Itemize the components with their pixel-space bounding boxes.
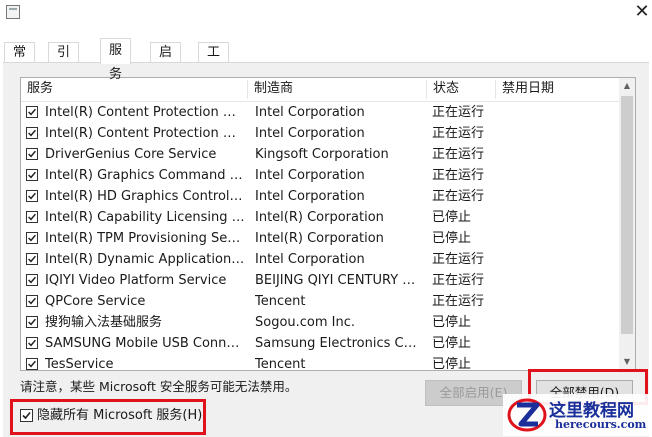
table-row[interactable]: Intel(R) Graphics Command Cent... Intel C… [21, 165, 619, 186]
service-manufacturer: Sogou.com Inc. [255, 315, 356, 330]
column-header-disabled-date[interactable]: 禁用日期 [496, 78, 596, 101]
service-name: DriverGenius Core Service [45, 147, 217, 162]
service-status: 正在运行 [432, 126, 485, 141]
service-name: IQIYI Video Platform Service [45, 273, 227, 288]
services-list[interactable]: 服务 制造商 状态 禁用日期 Intel(R) Content Protecti… [20, 77, 636, 371]
checkbox-checked-icon[interactable] [26, 274, 38, 286]
service-manufacturer: Tencent [255, 294, 306, 309]
checkbox-checked-icon[interactable] [26, 106, 38, 118]
checkbox-checked-icon[interactable] [26, 316, 38, 328]
service-status: 正在运行 [432, 168, 485, 183]
service-status: 已停止 [432, 210, 472, 225]
table-row[interactable]: DriverGenius Core Service Kingsoft Corpor… [21, 144, 619, 165]
table-row[interactable]: Intel(R) Content Protection HECI ... Inte… [21, 102, 619, 123]
checkbox-checked-icon[interactable] [26, 295, 38, 307]
column-header-service[interactable]: 服务 [21, 78, 247, 101]
service-status: 已停止 [432, 231, 472, 246]
service-status: 正在运行 [432, 294, 485, 309]
checkbox-checked-icon[interactable] [26, 253, 38, 265]
checkbox-checked-icon[interactable] [26, 127, 38, 139]
tab-tools[interactable]: 工具 [198, 42, 230, 80]
service-manufacturer: Intel Corporation [255, 168, 365, 183]
service-status: 正在运行 [432, 252, 485, 267]
checkbox-checked-icon[interactable] [26, 148, 38, 160]
scroll-up-icon[interactable]: ▲ [619, 78, 635, 94]
service-manufacturer: Intel Corporation [255, 252, 365, 267]
service-manufacturer: Samsung Electronics Co., L... [255, 336, 421, 351]
tab-services[interactable]: 服务 [100, 38, 132, 82]
service-name: Intel(R) TPM Provisioning Service [45, 231, 245, 246]
checkbox-checked-icon[interactable] [26, 211, 38, 223]
service-name: Intel(R) Content Protection HECI ... [45, 105, 245, 120]
service-name: 搜狗输入法基础服务 [45, 315, 163, 330]
service-name: Intel(R) Content Protection HDCP... [45, 126, 245, 141]
checkbox-checked-icon[interactable] [26, 190, 38, 202]
scrollbar-thumb[interactable] [621, 96, 633, 334]
highlight-box-hide-microsoft [10, 399, 206, 435]
table-row[interactable]: Intel(R) Dynamic Application Loa... Intel… [21, 249, 619, 270]
scroll-down-icon[interactable]: ▼ [619, 354, 635, 370]
service-name: Intel(R) HD Graphics Control Pan... [45, 189, 245, 204]
checkbox-checked-icon[interactable] [26, 232, 38, 244]
service-name: TesService [45, 357, 114, 371]
service-status: 已停止 [432, 315, 472, 330]
service-name: SAMSUNG Mobile USB Connecti... [45, 336, 245, 351]
service-manufacturer: Intel(R) Corporation [255, 210, 384, 225]
table-row[interactable]: Intel(R) HD Graphics Control Pan... Intel… [21, 186, 619, 207]
service-name: Intel(R) Capability Licensing Servi... [45, 210, 245, 225]
table-row[interactable]: Intel(R) Content Protection HDCP... Intel… [21, 123, 619, 144]
close-icon[interactable]: ✕ [634, 2, 650, 22]
checkbox-checked-icon[interactable] [26, 358, 38, 370]
service-name: Intel(R) Dynamic Application Loa... [45, 252, 245, 267]
column-header-manufacturer[interactable]: 制造商 [248, 78, 426, 101]
service-manufacturer: Tencent [255, 357, 306, 371]
table-row[interactable]: Intel(R) Capability Licensing Servi... In… [21, 207, 619, 228]
tab-general[interactable]: 常规 [4, 42, 36, 80]
service-manufacturer: Intel Corporation [255, 126, 365, 141]
column-header-status[interactable]: 状态 [427, 78, 495, 101]
table-row[interactable]: IQIYI Video Platform Service BEIJING QIYI… [21, 270, 619, 291]
service-status: 正在运行 [432, 189, 485, 204]
app-icon [6, 5, 20, 19]
security-notice: 请注意，某些 Microsoft 安全服务可能无法禁用。 [20, 379, 298, 394]
watermark-logo-icon [507, 398, 547, 432]
checkbox-checked-icon[interactable] [26, 337, 38, 349]
tab-startup[interactable]: 启动 [150, 42, 182, 80]
service-status: 已停止 [432, 357, 472, 371]
tab-boot[interactable]: 引导 [48, 42, 80, 80]
watermark: 这里教程网 herecours.com [503, 394, 652, 436]
service-status: 正在运行 [432, 273, 485, 288]
watermark-url: herecours.com [555, 418, 647, 431]
table-row[interactable]: QPCore Service Tencent 正在运行 [21, 291, 619, 312]
title-bar: ✕ [0, 0, 652, 34]
service-name: QPCore Service [45, 294, 146, 309]
service-manufacturer: Intel(R) Corporation [255, 231, 384, 246]
service-status: 已停止 [432, 336, 472, 351]
service-manufacturer: BEIJING QIYI CENTURY SC... [255, 273, 421, 288]
table-row[interactable]: 搜狗输入法基础服务 Sogou.com Inc. 已停止 [21, 312, 619, 333]
checkbox-checked-icon[interactable] [26, 169, 38, 181]
service-status: 正在运行 [432, 147, 485, 162]
service-status: 正在运行 [432, 105, 485, 120]
service-manufacturer: Intel Corporation [255, 105, 365, 120]
table-row[interactable]: SAMSUNG Mobile USB Connecti... Samsung El… [21, 333, 619, 354]
service-manufacturer: Kingsoft Corporation [255, 147, 389, 162]
service-manufacturer: Intel Corporation [255, 189, 365, 204]
table-row[interactable]: Intel(R) TPM Provisioning Service Intel(R… [21, 228, 619, 249]
vertical-scrollbar[interactable]: ▲ ▼ [619, 78, 635, 370]
service-name: Intel(R) Graphics Command Cent... [45, 168, 245, 183]
